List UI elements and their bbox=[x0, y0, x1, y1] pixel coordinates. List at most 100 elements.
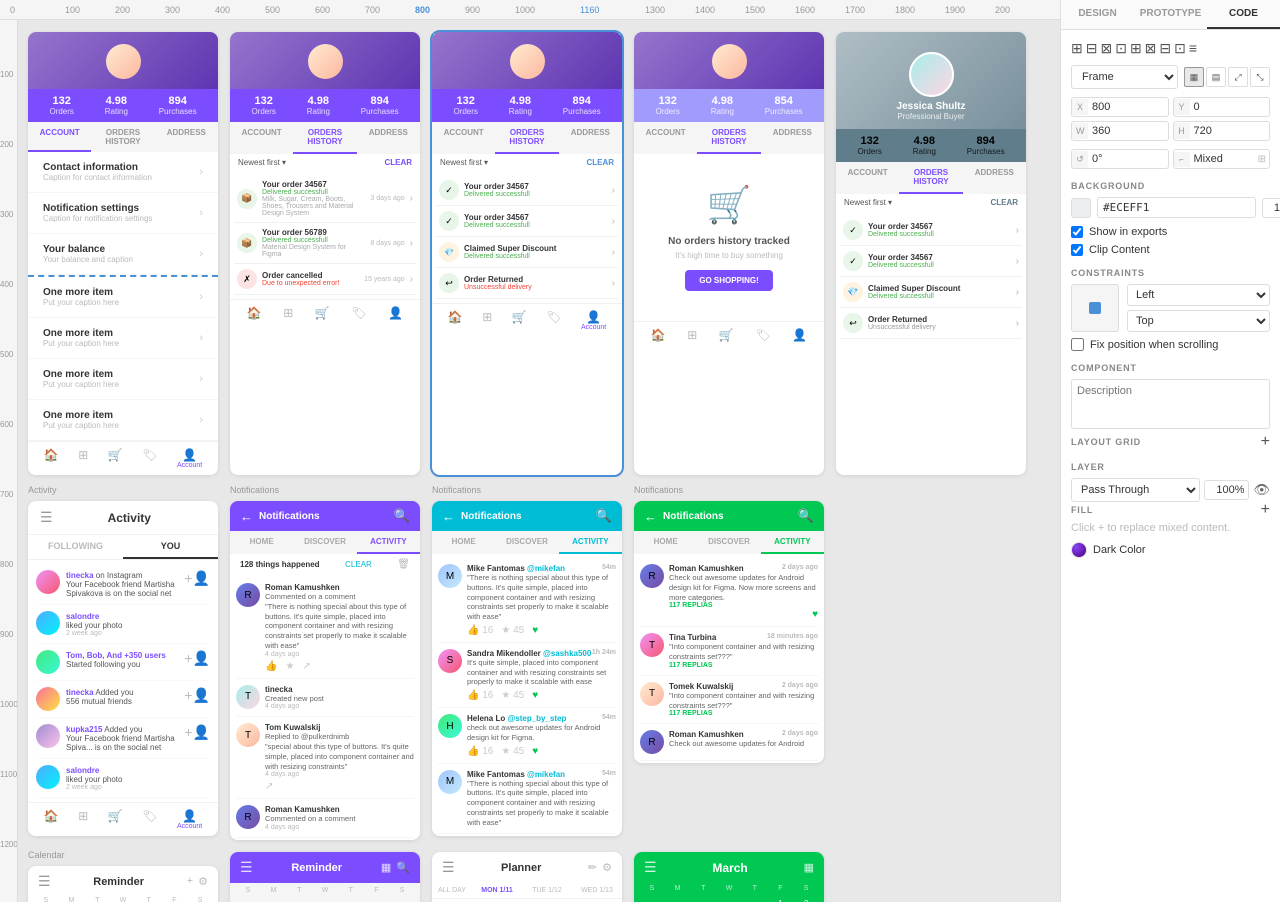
notif-search-1[interactable]: 🔍 bbox=[394, 508, 410, 524]
tab-code[interactable]: CODE bbox=[1207, 0, 1280, 29]
show-exports-checkbox[interactable] bbox=[1071, 226, 1083, 238]
frame-icon-list[interactable]: ▤ bbox=[1206, 67, 1226, 87]
frame-icon-expand[interactable]: ⤢ bbox=[1228, 67, 1248, 87]
layer-row: Pass Through 👁 bbox=[1071, 478, 1270, 502]
x-input[interactable] bbox=[1088, 98, 1168, 116]
notif-label-1: Notifications bbox=[226, 483, 424, 497]
align-bottom-icon[interactable]: ⊠ bbox=[1145, 40, 1157, 57]
activity-tab-you[interactable]: YOU bbox=[123, 535, 218, 559]
nav-tab-account2[interactable]: ACCOUNT bbox=[230, 122, 293, 154]
corner-radius-input[interactable] bbox=[1190, 150, 1258, 168]
constraints-visual: Left Top bbox=[1071, 284, 1270, 332]
sidebar-item-contact[interactable]: Contact information Caption for contact … bbox=[28, 152, 218, 193]
toolbar-home[interactable]: 🏠 bbox=[44, 448, 59, 469]
fill-row: FILL + bbox=[1071, 502, 1270, 518]
alignment-icons: ⊞ ⊟ ⊠ ⊡ ⊞ ⊠ ⊟ ⊡ ≡ bbox=[1071, 40, 1270, 57]
nav-tab-address[interactable]: ADDRESS bbox=[155, 122, 218, 152]
notif-count-1: 128 things happened bbox=[240, 560, 320, 569]
nav-tab-orders[interactable]: ORDERS HISTORY bbox=[91, 122, 154, 152]
calendar-label: Calendar bbox=[24, 848, 222, 862]
activity-label: Activity bbox=[24, 483, 222, 497]
frame-icon-collapse[interactable]: ⤡ bbox=[1250, 67, 1270, 87]
clip-content-checkbox[interactable] bbox=[1071, 244, 1083, 256]
more-options-icon[interactable]: ≡ bbox=[1189, 40, 1197, 57]
notif-section-2: Notifications ← Notifications 🔍 HOME DIS… bbox=[428, 483, 626, 844]
toolbar-grid2[interactable]: ⊞ bbox=[283, 306, 293, 320]
constraint-v-select[interactable]: Top bbox=[1127, 310, 1270, 332]
w-input[interactable] bbox=[1088, 122, 1168, 140]
layer-mode-select[interactable]: Pass Through bbox=[1071, 478, 1200, 502]
tab-prototype[interactable]: PROTOTYPE bbox=[1134, 0, 1207, 29]
march-title: March bbox=[712, 861, 747, 875]
rotation-grid: ↺ ⌐ ⊞ bbox=[1071, 149, 1270, 169]
toolbar-home2[interactable]: 🏠 bbox=[247, 306, 262, 320]
activity-item-5: kupka215 Added you Your Facebook friend … bbox=[36, 718, 210, 759]
y-field: Y bbox=[1173, 97, 1271, 117]
layer-visibility-icon[interactable]: 👁 bbox=[1253, 482, 1270, 498]
frame-icon-grid[interactable]: ▦ bbox=[1184, 67, 1204, 87]
sidebar-item-balance[interactable]: Your balance Your balance and caption › bbox=[28, 234, 218, 275]
dark-color-circle[interactable] bbox=[1071, 542, 1087, 558]
toolbar-account2[interactable]: 👤 bbox=[388, 306, 403, 320]
notif-back-1[interactable]: ← bbox=[240, 509, 253, 524]
toolbar-cart[interactable]: 🛒 bbox=[108, 448, 123, 469]
nav-tab-orders2[interactable]: ORDERS HISTORY bbox=[293, 122, 356, 154]
sidebar-item-more2[interactable]: One more item Put your caption here › bbox=[28, 318, 218, 359]
activity-tab-following[interactable]: FOLLOWING bbox=[28, 535, 123, 559]
constraint-h-select[interactable]: Left bbox=[1127, 284, 1270, 306]
sidebar-item-more3[interactable]: One more item Put your caption here › bbox=[28, 359, 218, 400]
sidebar-item-more4[interactable]: One more item Put your caption here › bbox=[28, 400, 218, 441]
activity-item-2: salondre liked your photo 2 week ago bbox=[36, 605, 210, 644]
layer-opacity-input[interactable] bbox=[1204, 480, 1249, 500]
frame-type-select[interactable]: Frame bbox=[1071, 65, 1178, 89]
add-layout-grid-button[interactable]: + bbox=[1261, 434, 1270, 450]
go-shopping-button[interactable]: GO SHOPPING! bbox=[685, 270, 773, 291]
notif-header-1: ← Notifications 🔍 bbox=[230, 501, 420, 531]
panel-content: ⊞ ⊟ ⊠ ⊡ ⊞ ⊠ ⊟ ⊡ ≡ Frame ▦ ▤ ⤢ ⤡ bbox=[1061, 30, 1280, 902]
distribute-v-icon[interactable]: ⊡ bbox=[1174, 40, 1186, 57]
toolbar-cart2[interactable]: 🛒 bbox=[315, 306, 330, 320]
y-input[interactable] bbox=[1190, 98, 1270, 116]
toolbar-account[interactable]: 👤Account bbox=[177, 448, 202, 469]
sidebar-item-more1[interactable]: One more item Put your caption here › bbox=[28, 275, 218, 318]
fill-label: FILL bbox=[1071, 505, 1093, 515]
profile-cards-row: 132 Orders 4.98 Rating 894 Purchases bbox=[18, 20, 1060, 479]
align-right-icon[interactable]: ⊠ bbox=[1100, 40, 1112, 57]
align-top-icon[interactable]: ⊡ bbox=[1115, 40, 1127, 57]
align-center-icon[interactable]: ⊟ bbox=[1086, 40, 1098, 57]
nav-tab-account[interactable]: ACCOUNT bbox=[28, 122, 91, 152]
x-field: X bbox=[1071, 97, 1169, 117]
align-left-icon[interactable]: ⊞ bbox=[1071, 40, 1083, 57]
ruler-left: 100 200 300 400 500 600 700 800 900 1000… bbox=[0, 20, 18, 902]
fix-scroll-row: Fix position when scrolling bbox=[1071, 338, 1270, 351]
h-field: H bbox=[1173, 121, 1271, 141]
notif-header-2: ← Notifications 🔍 bbox=[432, 501, 622, 531]
sidebar-item-notif[interactable]: Notification settings Caption for notifi… bbox=[28, 193, 218, 234]
notif-subtabs-1: HOME DISCOVER ACTIVITY bbox=[230, 531, 420, 554]
rotation-input[interactable] bbox=[1088, 150, 1168, 168]
corner-radius-toggle[interactable]: ⊞ bbox=[1258, 154, 1269, 165]
toolbar-tag2[interactable]: 🏷 bbox=[351, 306, 366, 320]
toolbar-tag[interactable]: 🏷 bbox=[142, 448, 157, 469]
h-input[interactable] bbox=[1190, 122, 1270, 140]
distribute-h-icon[interactable]: ⊟ bbox=[1159, 40, 1171, 57]
activity-item-3: Tom, Bob, And +350 users Started followi… bbox=[36, 644, 210, 681]
notif-clear-1[interactable]: CLEAR bbox=[345, 560, 372, 569]
bg-color-input[interactable] bbox=[1097, 197, 1256, 218]
fix-scroll-checkbox[interactable] bbox=[1071, 338, 1084, 351]
description-textarea[interactable] bbox=[1071, 379, 1270, 429]
bg-opacity-input[interactable] bbox=[1262, 198, 1280, 218]
toolbar-grid[interactable]: ⊞ bbox=[78, 448, 88, 469]
notif-trash-1[interactable]: 🗑 bbox=[397, 559, 410, 570]
notifications-row: Activity ☰ Activity FOLLOWING YOU bbox=[18, 479, 1060, 844]
notif-item-3d: R Roman Kamushken 2 days ago Check out a… bbox=[640, 724, 818, 761]
canvas-area: 0 100 200 300 400 500 600 700 800 900 10… bbox=[0, 0, 1060, 902]
align-middle-icon[interactable]: ⊞ bbox=[1130, 40, 1142, 57]
notif-item-1c: T Tom Kuwalskij Replied to @pulkerdnimb … bbox=[236, 717, 414, 799]
show-exports-label: Show in exports bbox=[1089, 226, 1167, 238]
nav-tab-address2[interactable]: ADDRESS bbox=[357, 122, 420, 154]
add-fill-button[interactable]: + bbox=[1261, 502, 1270, 518]
tab-design[interactable]: DESIGN bbox=[1061, 0, 1134, 29]
notif-section-1: Notifications ← Notifications 🔍 HOME DIS… bbox=[226, 483, 424, 844]
bg-color-swatch[interactable] bbox=[1071, 198, 1091, 218]
